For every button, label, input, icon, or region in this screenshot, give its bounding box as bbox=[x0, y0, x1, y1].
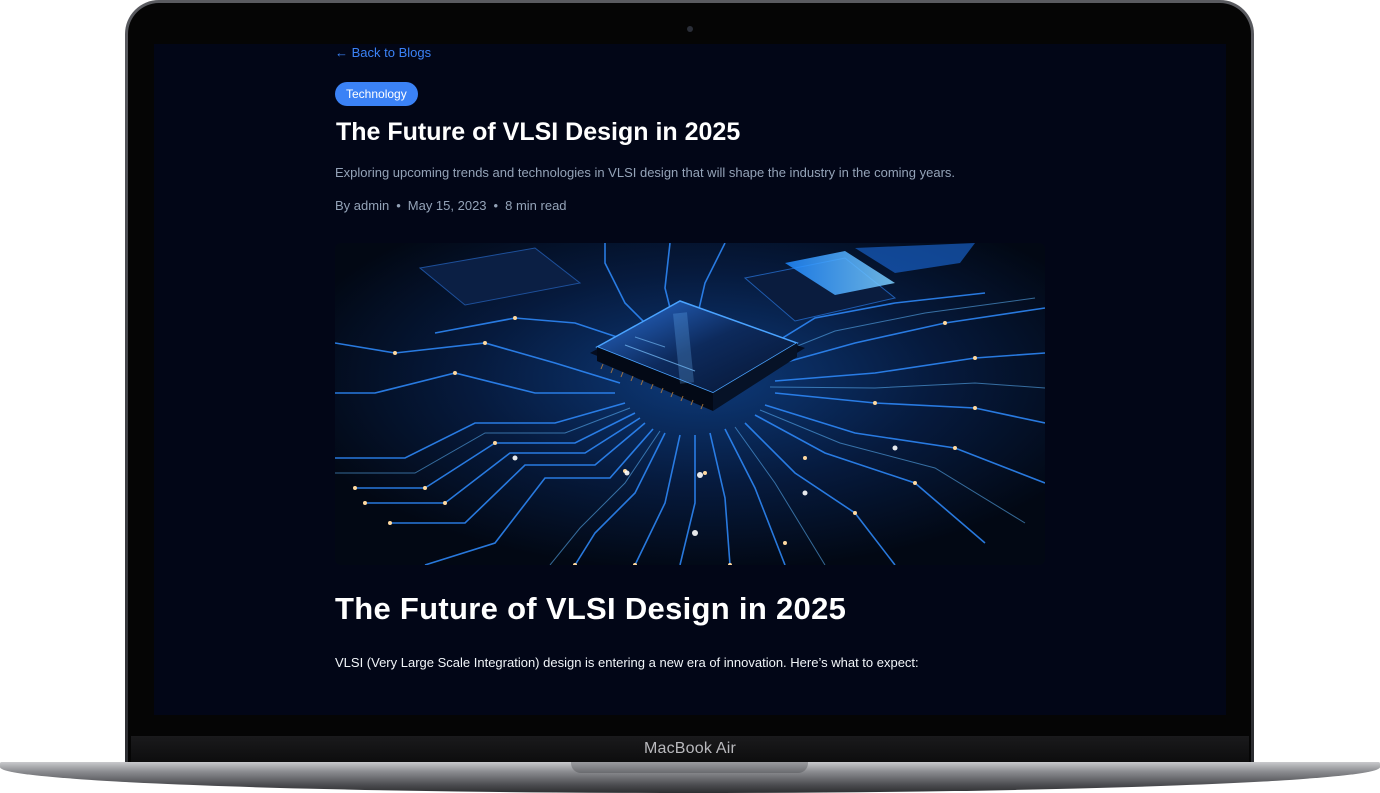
laptop-chin: MacBook Air bbox=[131, 736, 1249, 764]
read-time: 8 min read bbox=[505, 198, 567, 213]
circuit-board-chip-image bbox=[335, 243, 1045, 565]
article-title: The Future of VLSI Design in 2025 bbox=[336, 118, 741, 146]
camera-icon bbox=[687, 26, 693, 32]
category-badge[interactable]: Technology bbox=[335, 82, 418, 106]
hero-image bbox=[335, 243, 1045, 565]
meta-separator: • bbox=[396, 198, 401, 213]
publish-date: May 15, 2023 bbox=[407, 198, 487, 213]
browser-viewport: ← Back to Blogs Technology The Future of… bbox=[154, 44, 1226, 715]
article-subtitle: Exploring upcoming trends and technologi… bbox=[335, 165, 956, 180]
author-label: By admin bbox=[335, 198, 390, 213]
back-to-blogs-link[interactable]: ← Back to Blogs bbox=[335, 45, 431, 60]
article-meta: By admin • May 15, 2023 • 8 min read bbox=[335, 198, 567, 213]
device-model-label: MacBook Air bbox=[643, 740, 736, 757]
meta-separator: • bbox=[493, 198, 499, 213]
article-body-intro: VLSI (Very Large Scale Integration) desi… bbox=[335, 655, 919, 670]
laptop-opening-notch bbox=[571, 762, 808, 773]
article-body-heading: The Future of VLSI Design in 2025 bbox=[335, 591, 847, 626]
